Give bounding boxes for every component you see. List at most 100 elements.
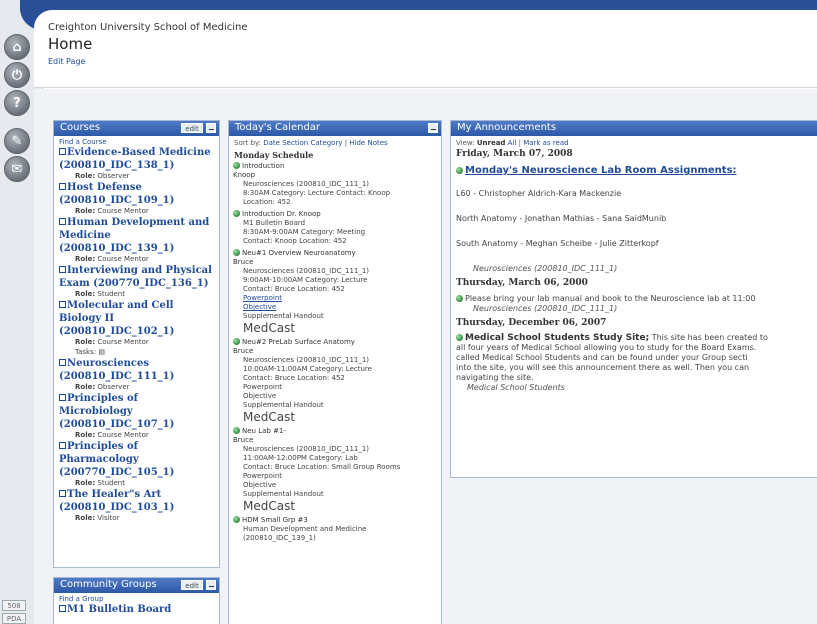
find-course-link[interactable]: Find a Course — [54, 136, 219, 146]
course-list: Evidence-Based Medicine (200810_IDC_138_… — [54, 146, 219, 523]
view-label: View: — [456, 139, 475, 147]
home-icon[interactable]: ⌂ — [4, 34, 30, 60]
event-detail: 8:30AM-9:00AM Category: Meeting — [243, 228, 366, 236]
course-name[interactable]: Principles of Pharmacology (200770_IDC_1… — [59, 441, 174, 478]
tasks-icon[interactable]: ▤ — [98, 348, 105, 356]
role-value: Observer — [97, 383, 130, 391]
event-instructor: Bruce — [233, 436, 254, 444]
event-title[interactable]: Neu#2 PreLab Surface Anatomy — [233, 338, 437, 347]
event-resource-link[interactable]: Powerpoint — [233, 294, 437, 303]
event-title[interactable]: Neu#1 Overview Neuroanatomy — [233, 249, 437, 258]
course-name[interactable]: Principles of Microbiology (200810_IDC_1… — [59, 393, 174, 430]
event-detail: 9:00AM-10:00AM Category: Lecture — [243, 276, 368, 284]
role-value: Observer — [97, 172, 130, 180]
mark-read-link[interactable]: Mark as read — [523, 139, 568, 147]
power-icon[interactable]: ⏻ — [4, 62, 30, 88]
course-item: Interviewing and Physical Exam (200770_I… — [54, 264, 219, 299]
courses-panel: Courses edit Find a Course Evidence-Base… — [53, 120, 220, 568]
medcast-link[interactable]: MedCast — [233, 499, 437, 513]
courses-title: Courses — [60, 122, 101, 133]
course-link[interactable]: Human Development and Medicine (200810_I… — [59, 216, 214, 255]
course-link[interactable]: Principles of Pharmacology (200770_IDC_1… — [59, 440, 214, 479]
course-link[interactable]: Neurosciences (200810_IDC_111_1) — [59, 357, 214, 383]
course-name[interactable]: Molecular and Cell Biology II (200810_ID… — [59, 300, 174, 337]
course-item: Neurosciences (200810_IDC_111_1) Role: Ob… — [54, 357, 219, 392]
role-label: Role: — [75, 479, 96, 487]
course-name[interactable]: Human Development and Medicine (200810_I… — [59, 217, 209, 254]
group-item[interactable]: M1 Bulletin Board — [59, 603, 214, 616]
separator: | — [344, 139, 348, 147]
calendar-minimize-icon[interactable] — [428, 123, 438, 133]
course-link[interactable]: Evidence-Based Medicine (200810_IDC_138_… — [59, 146, 214, 172]
course-link[interactable]: Interviewing and Physical Exam (200770_I… — [59, 264, 214, 290]
group-name[interactable]: M1 Bulletin Board — [67, 604, 171, 615]
tools-icon[interactable]: ✎ — [4, 128, 30, 154]
calendar-header: Today's Calendar — [229, 121, 441, 136]
medcast-link[interactable]: MedCast — [233, 410, 437, 424]
course-name[interactable]: Neurosciences (200810_IDC_111_1) — [59, 358, 174, 382]
event-detail: Neurosciences (200810_IDC_111_1) — [243, 445, 370, 453]
announcement-title-link[interactable]: Monday's Neuroscience Lab Room Assignmen… — [451, 165, 817, 176]
courses-edit-button[interactable]: edit — [181, 123, 203, 133]
view-all-link[interactable]: All — [508, 139, 517, 147]
pda-button[interactable]: PDA — [2, 613, 26, 624]
announcement-date: Thursday, March 06, 2000 — [456, 278, 588, 288]
feedback-icon[interactable]: ✉ — [4, 156, 30, 182]
role-value: Visitor — [97, 514, 120, 522]
course-checkbox-icon — [59, 359, 66, 366]
event-title[interactable]: HDM Small Grp #3 — [233, 516, 437, 525]
course-name[interactable]: The Healer"s Art (200810_IDC_103_1) — [59, 489, 174, 513]
announcement-date: Thursday, December 06, 2007 — [456, 318, 607, 328]
announcement-title[interactable]: Medical School Students Study Site; — [465, 333, 649, 343]
sort-label: Sort by: — [234, 139, 262, 147]
announcements-title: My Announcements — [457, 122, 557, 133]
globe-icon — [233, 516, 240, 523]
event-title[interactable]: Neu Lab #1- — [233, 427, 437, 436]
announcement-source: Medical School Students — [467, 383, 565, 392]
event-detail: Neurosciences (200810_IDC_111_1) — [243, 180, 370, 188]
course-name[interactable]: Interviewing and Physical Exam (200770_I… — [59, 265, 212, 289]
globe-icon — [233, 210, 240, 217]
globe-icon — [456, 295, 463, 302]
course-link[interactable]: Molecular and Cell Biology II (200810_ID… — [59, 299, 214, 338]
sort-date-link[interactable]: Date — [263, 139, 280, 147]
course-role: Role: Course Mentor — [59, 207, 214, 216]
announcement-title[interactable]: Monday's Neuroscience Lab Room Assignmen… — [465, 165, 737, 176]
event-title[interactable]: Introduction Dr. Knoop — [233, 210, 437, 219]
event-instructor: Bruce — [233, 347, 254, 355]
role-value: Course Mentor — [97, 431, 149, 439]
course-link[interactable]: The Healer"s Art (200810_IDC_103_1) — [59, 488, 214, 514]
courses-minimize-icon[interactable] — [206, 123, 216, 133]
sort-section-link[interactable]: Section — [282, 139, 308, 147]
announcement-source: Neurosciences (200810_IDC_111_1) — [473, 264, 618, 273]
event-detail: Contact: Bruce Location: 452 — [243, 374, 345, 382]
announcement-line: called Medical School Students and can b… — [456, 353, 748, 362]
medcast-link[interactable]: MedCast — [233, 321, 437, 335]
help-icon[interactable]: ? — [4, 90, 30, 116]
event-detail: M1 Bulletin Board — [243, 219, 306, 227]
hide-notes-link[interactable]: Hide Notes — [349, 139, 387, 147]
event-title[interactable]: Introduction — [233, 162, 437, 171]
course-name[interactable]: Host Defense (200810_IDC_109_1) — [59, 182, 174, 206]
course-role: Role: Student — [59, 479, 214, 488]
course-link[interactable]: Principles of Microbiology (200810_IDC_1… — [59, 392, 214, 431]
edit-page-link[interactable]: Edit Page — [48, 57, 85, 66]
course-role: Role: Student — [59, 290, 214, 299]
course-name[interactable]: Evidence-Based Medicine (200810_IDC_138_… — [59, 147, 211, 171]
event-detail: Contact: Bruce Location: 452 — [243, 285, 345, 293]
globe-icon — [233, 338, 240, 345]
sort-category-link[interactable]: Category — [310, 139, 342, 147]
announcement-item: Please bring your lab manual and book to… — [451, 290, 817, 314]
event-resource-link[interactable]: Objective — [233, 303, 437, 312]
accessibility-508-button[interactable]: 508 — [2, 600, 26, 611]
course-checkbox-icon — [59, 148, 66, 155]
schedule-heading: Monday Schedule — [234, 150, 314, 160]
course-link[interactable]: Host Defense (200810_IDC_109_1) — [59, 181, 214, 207]
groups-minimize-icon[interactable] — [206, 580, 216, 590]
globe-icon — [233, 249, 240, 256]
announcement-line: South Anatomy - Meghan Scheibe - Julie Z… — [456, 239, 659, 248]
course-role: Role: Course Mentor — [59, 431, 214, 440]
groups-edit-button[interactable]: edit — [181, 580, 203, 590]
find-group-link[interactable]: Find a Group — [54, 593, 219, 603]
view-unread-link[interactable]: Unread — [477, 139, 506, 147]
